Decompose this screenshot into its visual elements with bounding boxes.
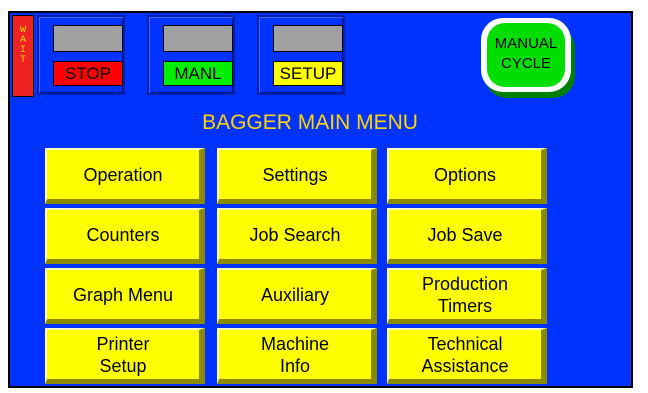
- manual-cycle-face: MANUAL CYCLE: [487, 23, 565, 87]
- stop-button[interactable]: STOP: [53, 61, 123, 86]
- printer-setup-button[interactable]: Printer Setup: [45, 328, 205, 384]
- operation-button[interactable]: Operation: [45, 148, 205, 204]
- options-button[interactable]: Options: [387, 148, 547, 204]
- wait-letter: T: [19, 55, 26, 66]
- setup-button[interactable]: SETUP: [273, 61, 343, 86]
- button-label: Setup: [99, 355, 147, 376]
- manual-cycle-label-line2: CYCLE: [500, 55, 552, 72]
- production-timers-button[interactable]: Production Timers: [387, 268, 547, 324]
- manual-cycle-button[interactable]: MANUAL CYCLE: [481, 18, 575, 99]
- counters-button[interactable]: Counters: [45, 208, 205, 264]
- button-label: Graph Menu: [72, 284, 174, 305]
- technical-assistance-button[interactable]: Technical Assistance: [387, 328, 547, 384]
- manual-mode-button[interactable]: MANL: [163, 61, 233, 86]
- manual-cycle-label-line1: MANUAL: [494, 35, 558, 52]
- button-label: Auxiliary: [260, 284, 330, 305]
- job-save-button[interactable]: Job Save: [387, 208, 547, 264]
- wait-indicator: W A I T: [12, 15, 34, 97]
- button-label: Options: [433, 164, 497, 185]
- button-label: Info: [279, 355, 310, 376]
- button-label: Timers: [437, 295, 493, 316]
- button-label: Settings: [262, 164, 328, 185]
- hmi-screen: W A I T STOP MANL SETUP MANUAL CYCLE BAG…: [8, 11, 633, 388]
- button-label: Counters: [86, 224, 160, 245]
- setup-indicator-lamp: [273, 25, 343, 52]
- button-label: Job Search: [249, 224, 341, 245]
- manual-indicator-lamp: [163, 25, 233, 52]
- settings-button[interactable]: Settings: [217, 148, 377, 204]
- machine-info-button[interactable]: Machine Info: [217, 328, 377, 384]
- job-search-button[interactable]: Job Search: [217, 208, 377, 264]
- button-label: Technical: [427, 333, 503, 354]
- stop-indicator-lamp: [53, 25, 123, 52]
- page-title: BAGGER MAIN MENU: [202, 111, 418, 134]
- setup-mode-panel: SETUP: [257, 15, 345, 95]
- manual-mode-panel: MANL: [147, 15, 235, 95]
- button-label: Production: [421, 273, 509, 294]
- stop-mode-panel: STOP: [37, 15, 125, 95]
- button-label: Printer: [96, 333, 150, 354]
- button-label: Assistance: [421, 355, 509, 376]
- graph-menu-button[interactable]: Graph Menu: [45, 268, 205, 324]
- button-label: Operation: [83, 164, 163, 185]
- auxiliary-button[interactable]: Auxiliary: [217, 268, 377, 324]
- button-label: Machine: [260, 333, 330, 354]
- button-label: Job Save: [427, 224, 503, 245]
